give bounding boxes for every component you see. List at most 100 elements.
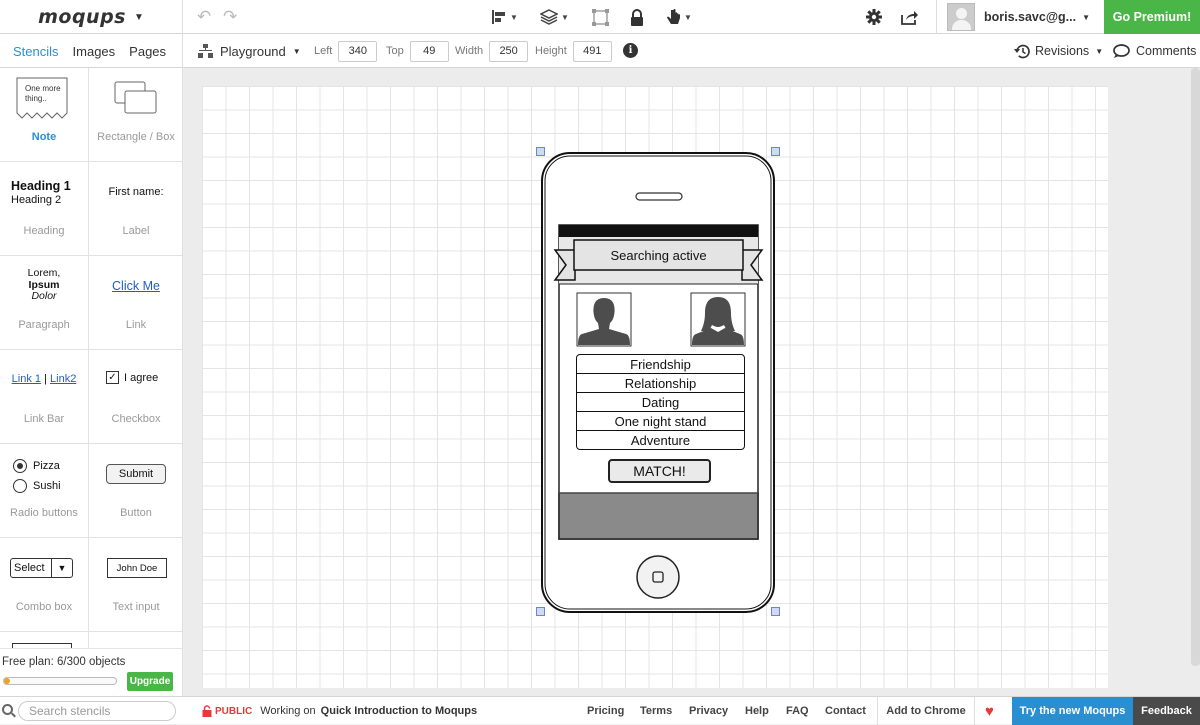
revisions-button[interactable]: Revisions ▼ [1013,34,1103,68]
lock-button[interactable] [630,7,644,27]
paragraph-preview-3: Dolor [31,290,57,302]
canvas-area[interactable]: Searching active Friendship Relationship D… [184,68,1200,696]
upgrade-button[interactable]: Upgrade [127,672,173,691]
radio-empty-icon [13,479,27,493]
width-label: Width [455,45,484,57]
heading-preview-2: Heading 2 [11,194,62,206]
stencil-label: Button [120,507,152,519]
share-button[interactable] [901,7,919,27]
stencil-link[interactable]: Click Me Link [89,256,182,350]
add-to-chrome-button[interactable]: Add to Chrome [877,697,975,725]
share-icon [901,10,918,25]
option-item[interactable]: Relationship [577,374,744,393]
option-item[interactable]: Friendship [577,355,744,374]
working-on-label: Working on [260,705,316,717]
option-item[interactable]: Dating [577,393,744,412]
stencil-label: Heading [23,225,65,237]
stencil-rectangle[interactable]: Rectangle / Box [89,68,182,162]
user-menu[interactable]: boris.savc@g... ▼ [936,0,1104,34]
project-name[interactable]: Quick Introduction to Moqups [321,705,477,717]
chevron-down-icon: ▼ [1095,46,1104,56]
option-item[interactable]: One night stand [577,412,744,431]
chevron-down-icon: ▼ [133,11,144,23]
footer-link-pricing[interactable]: Pricing [587,697,624,725]
stencil-radio-buttons[interactable]: Pizza Sushi Radio buttons [0,444,89,538]
layers-button[interactable]: ▼ [540,7,569,27]
comments-label: Comments [1136,44,1197,58]
stencil-label: Combo box [15,601,73,613]
width-input[interactable] [489,40,529,62]
option-item[interactable]: Adventure [577,431,744,449]
app-menu[interactable]: moqups ▼ [0,0,183,34]
align-button[interactable]: ▼ [491,7,518,27]
stencil-button[interactable]: Submit Button [89,444,182,538]
chevron-down-icon: ▼ [510,12,518,22]
match-button[interactable]: MATCH! [608,459,711,483]
tab-images[interactable]: Images [73,44,116,59]
footer-link-contact[interactable]: Contact [825,697,866,725]
footer-link-help[interactable]: Help [745,697,769,725]
avatar [947,3,975,31]
stencil-label: Link Bar [23,413,65,425]
selected-phone-mockup[interactable]: Searching active Friendship Relationship D… [541,152,775,613]
paragraph-preview-1: Lorem, [27,267,61,279]
undo-button[interactable]: ↶ [197,7,211,27]
undo-icon: ↶ [197,7,212,26]
feedback-button[interactable]: Feedback [1133,697,1200,725]
note-preview-text: One more thing.. [25,84,61,103]
search-stencils-input[interactable]: Search stencils [18,701,176,721]
redo-button[interactable]: ↷ [223,7,237,27]
stencil-label: Label [122,225,150,237]
stencil-paragraph[interactable]: Lorem, Ipsum Dolor Paragraph [0,256,89,350]
resize-handle-sw[interactable] [536,607,545,616]
left-input[interactable] [338,40,378,62]
left-label: Left [314,45,333,57]
top-field-group: Top [386,34,449,68]
stencil-label: Radio buttons [10,507,78,519]
interaction-button[interactable]: ▼ [666,7,692,27]
footer-link-privacy[interactable]: Privacy [689,697,728,725]
user-email: boris.savc@g... [984,10,1077,24]
group-button[interactable] [592,7,609,27]
resize-handle-ne[interactable] [771,147,780,156]
stencil-link-bar[interactable]: Link 1 | Link2 Link Bar [0,350,89,444]
stencil-label-item[interactable]: First name: Label [89,162,182,256]
footer-link-faq[interactable]: FAQ [786,697,809,725]
stencil-note[interactable]: One more thing.. Note [0,68,89,162]
top-label: Top [386,45,404,57]
heart-icon[interactable]: ♥ [985,704,1001,719]
height-input[interactable] [572,40,612,62]
height-field-group: Height [535,34,612,68]
label-preview: First name: [108,186,164,198]
top-input[interactable] [409,40,449,62]
stencil-text-input[interactable]: John Doe Text input [89,538,182,632]
app-logo: moqups [38,6,126,28]
sitemap-icon [198,44,213,58]
vertical-scrollbar[interactable] [1191,68,1200,666]
comments-button[interactable]: Comments [1113,34,1196,68]
hand-pointer-icon [667,9,680,24]
properties-bar: Stencils Images Pages Playground ▼ Left … [0,34,1200,68]
resize-handle-nw[interactable] [536,147,545,156]
public-badge[interactable]: PUBLIC [215,706,252,717]
canvas-grid[interactable]: Searching active Friendship Relationship D… [202,86,1108,688]
comment-icon [1113,43,1130,58]
tab-pages[interactable]: Pages [129,44,166,59]
try-new-moqups-button[interactable]: Try the new Moqups [1012,697,1133,725]
checkbox-preview: I agree [124,371,159,384]
stencil-heading[interactable]: Heading 1 Heading 2 Heading [0,162,89,256]
radio-selected-icon [13,459,27,473]
go-premium-button[interactable]: Go Premium! [1104,0,1200,34]
heading-preview-1: Heading 1 [11,179,71,193]
info-icon[interactable]: i [623,43,638,58]
relationship-options-list: Friendship Relationship Dating One night st… [576,354,745,450]
searching-banner-text: Searching active [610,247,707,263]
chevron-down-icon: ▼ [684,12,692,22]
settings-button[interactable] [866,7,882,27]
stencil-checkbox[interactable]: ✓ I agree Checkbox [89,350,182,444]
tab-stencils[interactable]: Stencils [13,44,59,59]
stencil-combo-box[interactable]: Select ▼ Combo box [0,538,89,632]
page-selector[interactable]: Playground ▼ [198,34,301,68]
resize-handle-se[interactable] [771,607,780,616]
footer-link-terms[interactable]: Terms [640,697,672,725]
